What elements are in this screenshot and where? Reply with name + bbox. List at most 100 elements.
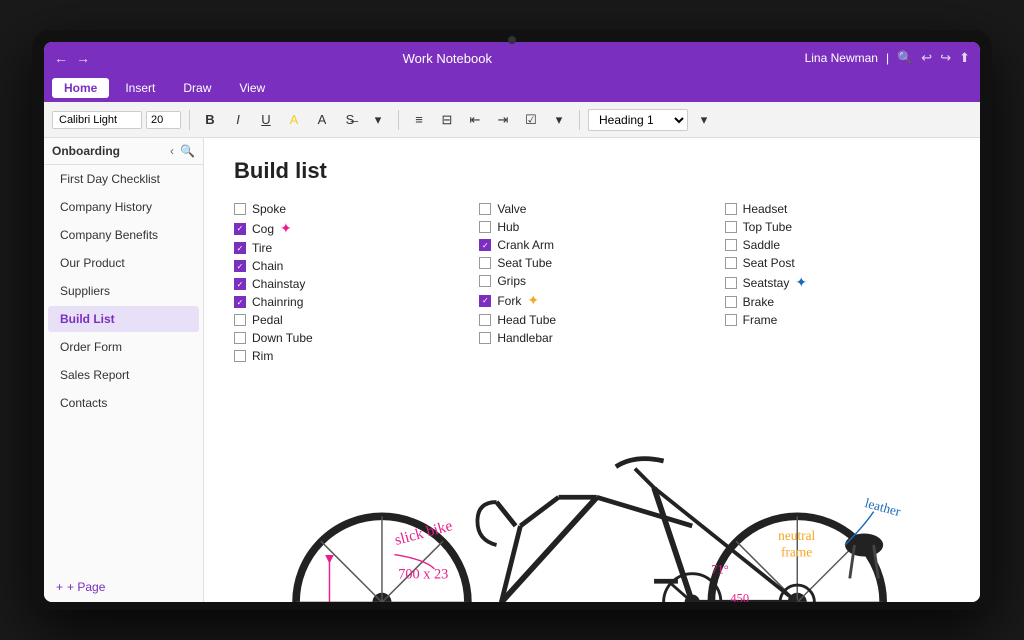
list-item[interactable]: Brake bbox=[725, 293, 950, 311]
tab-draw[interactable]: Draw bbox=[171, 78, 223, 98]
list-item[interactable]: Hub bbox=[479, 218, 704, 236]
list-item[interactable]: Saddle bbox=[725, 236, 950, 254]
checkbox-seattube[interactable] bbox=[479, 257, 491, 269]
list-item[interactable]: Headset bbox=[725, 200, 950, 218]
item-label-headtube: Head Tube bbox=[497, 313, 556, 327]
list-item[interactable]: Spoke bbox=[234, 200, 459, 218]
checkbox-downtube[interactable] bbox=[234, 332, 246, 344]
list-item[interactable]: Tire bbox=[234, 239, 459, 257]
sidebar-item-company-history[interactable]: Company History bbox=[48, 194, 199, 220]
list-item[interactable]: Pedal bbox=[234, 311, 459, 329]
tab-home[interactable]: Home bbox=[52, 78, 109, 98]
item-label-chainring: Chainring bbox=[252, 295, 303, 309]
svg-text:frame: frame bbox=[781, 544, 812, 559]
list-item[interactable]: Frame bbox=[725, 311, 950, 329]
content-area[interactable]: Build list Spoke Cog ✦ bbox=[204, 138, 980, 602]
forward-button[interactable]: → bbox=[76, 50, 90, 66]
strike-button[interactable]: S̶ bbox=[338, 108, 362, 132]
checkbox-saddle[interactable] bbox=[725, 239, 737, 251]
numbered-list-button[interactable]: ⊟ bbox=[435, 108, 459, 132]
list-item[interactable]: Chainring bbox=[234, 293, 459, 311]
sidebar-collapse-icon[interactable]: ‹ bbox=[170, 144, 174, 158]
bullet-list-button[interactable]: ≡ bbox=[407, 108, 431, 132]
item-label-seatpost: Seat Post bbox=[743, 256, 795, 270]
list-item[interactable]: Head Tube bbox=[479, 311, 704, 329]
add-page-button[interactable]: + + Page bbox=[44, 572, 203, 602]
checkbox-frame[interactable] bbox=[725, 314, 737, 326]
sidebar-item-build-list[interactable]: Build List bbox=[48, 306, 199, 332]
sidebar-item-contacts[interactable]: Contacts bbox=[48, 390, 199, 416]
style-dropdown[interactable]: ▾ bbox=[692, 108, 716, 132]
tab-view[interactable]: View bbox=[227, 78, 277, 98]
app-title: Work Notebook bbox=[90, 51, 805, 66]
underline-button[interactable]: U bbox=[254, 108, 278, 132]
list-item[interactable]: Chainstay bbox=[234, 275, 459, 293]
font-selector[interactable] bbox=[52, 111, 142, 129]
item-label-handlebar: Handlebar bbox=[497, 331, 552, 345]
checkbox-headtube[interactable] bbox=[479, 314, 491, 326]
italic-button[interactable]: I bbox=[226, 108, 250, 132]
sidebar-item-first-day-checklist[interactable]: First Day Checklist bbox=[48, 166, 199, 192]
indent-more-button[interactable]: ⇥ bbox=[491, 108, 515, 132]
sidebar-item-our-product[interactable]: Our Product bbox=[48, 250, 199, 276]
style-selector[interactable]: Heading 1 Heading 2 Normal bbox=[588, 109, 688, 131]
separator: | bbox=[886, 51, 889, 65]
list-item[interactable]: Handlebar bbox=[479, 329, 704, 347]
bold-button[interactable]: B bbox=[198, 108, 222, 132]
checkbox-fork[interactable] bbox=[479, 295, 491, 307]
list-item[interactable]: Seat Post bbox=[725, 254, 950, 272]
star-annotation-cog: ✦ bbox=[280, 220, 292, 237]
list-item[interactable]: Down Tube bbox=[234, 329, 459, 347]
list-item[interactable]: Crank Arm bbox=[479, 236, 704, 254]
checkbox-chainstay[interactable] bbox=[234, 278, 246, 290]
list-item[interactable]: Chain bbox=[234, 257, 459, 275]
checkbox-brake[interactable] bbox=[725, 296, 737, 308]
back-button[interactable]: ← bbox=[54, 50, 68, 66]
share-icon[interactable]: ⬆ bbox=[959, 50, 970, 66]
sidebar-header-icons: ‹ 🔍 bbox=[170, 144, 195, 158]
checkbox-seatstay[interactable] bbox=[725, 277, 737, 289]
sidebar-item-suppliers[interactable]: Suppliers bbox=[48, 278, 199, 304]
indent-less-button[interactable]: ⇤ bbox=[463, 108, 487, 132]
search-icon[interactable]: 🔍 bbox=[897, 50, 913, 66]
checkbox-valve[interactable] bbox=[479, 203, 491, 215]
checkbox-spoke[interactable] bbox=[234, 203, 246, 215]
list-item[interactable]: Rim bbox=[234, 347, 459, 365]
redo-icon[interactable]: ↪ bbox=[940, 50, 951, 66]
checkbox-pedal[interactable] bbox=[234, 314, 246, 326]
undo-icon[interactable]: ↩ bbox=[921, 50, 932, 66]
checkbox-tire[interactable] bbox=[234, 242, 246, 254]
checkbox-rim[interactable] bbox=[234, 350, 246, 362]
format-dropdown[interactable]: ▾ bbox=[366, 108, 390, 132]
list-item[interactable]: Seat Tube bbox=[479, 254, 704, 272]
item-label-pedal: Pedal bbox=[252, 313, 283, 327]
font-size-selector[interactable] bbox=[146, 111, 181, 129]
sidebar-item-company-benefits[interactable]: Company Benefits bbox=[48, 222, 199, 248]
checkbox-seatpost[interactable] bbox=[725, 257, 737, 269]
checkbox-button[interactable]: ☑ bbox=[519, 108, 543, 132]
checkbox-chainring[interactable] bbox=[234, 296, 246, 308]
font-color-button[interactable]: A bbox=[310, 108, 334, 132]
highlight-button[interactable]: A bbox=[282, 108, 306, 132]
checkbox-chain[interactable] bbox=[234, 260, 246, 272]
checkbox-crankarm[interactable] bbox=[479, 239, 491, 251]
checkbox-grips[interactable] bbox=[479, 275, 491, 287]
list-item[interactable]: Seatstay ✦ bbox=[725, 272, 950, 293]
star-annotation-fork: ✦ bbox=[527, 292, 539, 309]
list-item[interactable]: Valve bbox=[479, 200, 704, 218]
sidebar-item-order-form[interactable]: Order Form bbox=[48, 334, 199, 360]
sidebar-item-sales-report[interactable]: Sales Report bbox=[48, 362, 199, 388]
checkbox-toptube[interactable] bbox=[725, 221, 737, 233]
list-item[interactable]: Grips bbox=[479, 272, 704, 290]
checkbox-hub[interactable] bbox=[479, 221, 491, 233]
checkbox-headset[interactable] bbox=[725, 203, 737, 215]
list-item[interactable]: Fork ✦ bbox=[479, 290, 704, 311]
list-dropdown[interactable]: ▾ bbox=[547, 108, 571, 132]
list-item[interactable]: Top Tube bbox=[725, 218, 950, 236]
checkbox-handlebar[interactable] bbox=[479, 332, 491, 344]
sidebar-search-icon[interactable]: 🔍 bbox=[180, 144, 195, 158]
checkbox-cog[interactable] bbox=[234, 223, 246, 235]
list-item[interactable]: Cog ✦ bbox=[234, 218, 459, 239]
checklist-column-3: Headset Top Tube Saddle Seat Post bbox=[725, 200, 950, 365]
tab-insert[interactable]: Insert bbox=[113, 78, 167, 98]
